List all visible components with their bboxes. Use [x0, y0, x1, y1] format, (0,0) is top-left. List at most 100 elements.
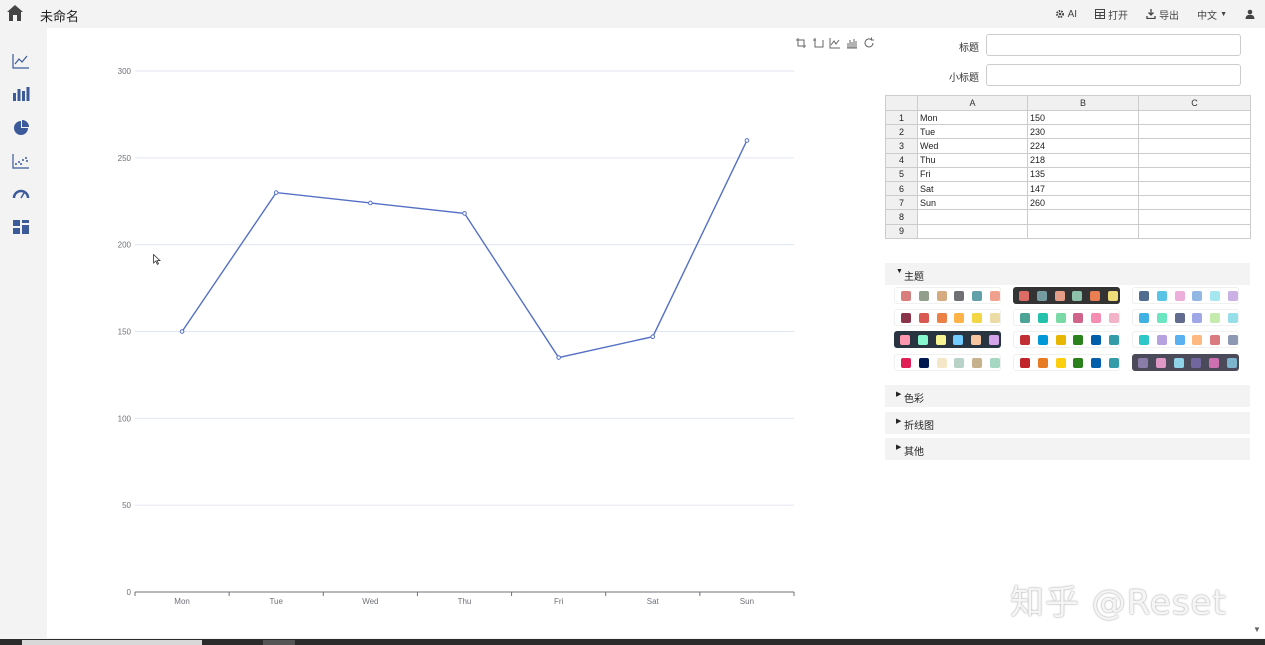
sheet-row: 5 Fri 135	[885, 166, 1251, 182]
sheet-cell[interactable]: Mon	[917, 109, 1028, 126]
caret-down-icon: ▼	[1220, 10, 1227, 18]
row-header[interactable]: 5	[885, 166, 918, 182]
sheet-cell[interactable]	[1027, 209, 1139, 225]
theme-swatch	[901, 358, 911, 368]
sheet-cell[interactable]	[917, 209, 1028, 225]
theme-swatch	[989, 334, 999, 345]
theme-option[interactable]	[1013, 287, 1120, 304]
ai-button[interactable]: AI	[1055, 9, 1077, 20]
column-header[interactable]: C	[1138, 95, 1251, 111]
sheet-cell[interactable]: Sun	[917, 195, 1028, 211]
bar-chart-icon[interactable]	[12, 85, 30, 103]
sheet-cell[interactable]: Tue	[917, 124, 1028, 140]
column-header[interactable]: B	[1027, 95, 1139, 111]
taskbar-item[interactable]	[263, 640, 295, 645]
row-header[interactable]: 1	[885, 109, 918, 126]
restore-icon[interactable]	[863, 37, 875, 49]
sheet-cell[interactable]: 218	[1027, 152, 1139, 168]
sheet-corner[interactable]	[885, 95, 918, 111]
theme-option[interactable]	[1132, 309, 1239, 326]
theme-section-header[interactable]: ▼ 主题	[885, 263, 1250, 285]
theme-swatch	[1073, 335, 1084, 345]
export-button[interactable]: 导出	[1146, 7, 1179, 22]
sheet-cell[interactable]	[1138, 223, 1251, 239]
chart-panel: 0 50 100 150 200 250 300 Mon Tue Wed Thu Fri Sat Sun	[47, 28, 882, 638]
sheet-cell[interactable]: Thu	[917, 152, 1028, 168]
sheet-cell[interactable]	[1027, 223, 1139, 239]
color-section-header[interactable]: ▶ 色彩	[885, 385, 1250, 407]
sheet-row: 7 Sun 260	[885, 195, 1251, 211]
title-input[interactable]	[986, 34, 1241, 56]
zoom-icon[interactable]	[795, 37, 807, 49]
open-button[interactable]: 打开	[1095, 7, 1128, 22]
theme-swatch	[1138, 357, 1148, 368]
sheet-cell[interactable]	[1138, 138, 1251, 154]
sheet-cell[interactable]	[1138, 166, 1251, 182]
zoom-reset-icon[interactable]	[812, 37, 824, 49]
row-header[interactable]: 6	[885, 180, 918, 197]
row-header[interactable]: 4	[885, 152, 918, 168]
theme-option[interactable]	[1013, 354, 1120, 371]
taskbar-item[interactable]	[22, 640, 202, 645]
theme-option[interactable]	[1132, 331, 1239, 348]
y-tick-label: 200	[118, 241, 132, 250]
row-header[interactable]: 9	[885, 223, 918, 239]
sheet-cell[interactable]	[1138, 124, 1251, 140]
theme-swatch	[1072, 290, 1083, 301]
theme-option[interactable]	[1013, 309, 1120, 326]
column-header[interactable]: A	[917, 95, 1028, 111]
y-tick-label: 250	[118, 154, 132, 163]
sheet-cell[interactable]	[1138, 109, 1251, 126]
theme-swatch	[972, 358, 983, 368]
document-title[interactable]: 未命名	[40, 6, 79, 25]
sheet-cell[interactable]	[1138, 180, 1251, 197]
gauge-icon[interactable]	[12, 185, 30, 203]
watermark: 知乎 @Reset	[1010, 583, 1227, 623]
sheet-cell[interactable]: 224	[1027, 138, 1139, 154]
subtitle-input[interactable]	[986, 64, 1241, 86]
dashboard-icon[interactable]	[12, 218, 30, 236]
scatter-chart-icon[interactable]	[12, 152, 30, 170]
theme-option[interactable]	[894, 354, 1001, 371]
theme-option[interactable]	[894, 287, 1001, 304]
theme-option[interactable]	[894, 331, 1001, 348]
line-chart-icon[interactable]	[12, 52, 30, 70]
sheet-cell[interactable]: Wed	[917, 138, 1028, 154]
theme-option[interactable]	[1013, 331, 1120, 348]
sheet-cell[interactable]	[917, 223, 1028, 239]
theme-swatch	[901, 291, 911, 301]
sheet-cell[interactable]: Fri	[917, 166, 1028, 182]
sheet-cell[interactable]: Sat	[917, 180, 1028, 197]
theme-swatch	[971, 334, 982, 345]
sheet-cell[interactable]: 147	[1027, 180, 1139, 197]
theme-option[interactable]	[894, 309, 1001, 326]
row-header[interactable]: 3	[885, 138, 918, 154]
row-header[interactable]: 2	[885, 124, 918, 140]
theme-option[interactable]	[1132, 287, 1239, 304]
theme-swatch	[1174, 335, 1185, 345]
theme-swatch	[972, 313, 983, 323]
language-dropdown[interactable]: 中文 ▼	[1197, 7, 1227, 22]
other-section-header[interactable]: ▶ 其他	[885, 438, 1250, 460]
line-section-header[interactable]: ▶ 折线图	[885, 412, 1250, 434]
theme-option[interactable]	[1132, 354, 1239, 371]
sheet-cell[interactable]	[1138, 209, 1251, 225]
row-header[interactable]: 8	[885, 209, 918, 225]
pie-chart-icon[interactable]	[12, 119, 30, 137]
sheet-cell[interactable]: 135	[1027, 166, 1139, 182]
home-icon[interactable]	[5, 3, 25, 23]
sheet-cell[interactable]: 260	[1027, 195, 1139, 211]
bar-switch-icon[interactable]	[846, 37, 858, 49]
sheet-cell[interactable]	[1138, 195, 1251, 211]
line-switch-icon[interactable]	[829, 37, 841, 49]
row-header[interactable]: 7	[885, 195, 918, 211]
scroll-down-icon[interactable]: ▼	[1253, 625, 1261, 634]
sheet-row: 3 Wed 224	[885, 138, 1251, 154]
sheet-cell[interactable]: 230	[1027, 124, 1139, 140]
theme-swatch	[900, 334, 910, 345]
sheet-cell[interactable]: 150	[1027, 109, 1139, 126]
theme-swatch	[1019, 290, 1029, 301]
user-button[interactable]	[1245, 9, 1255, 19]
sheet-cell[interactable]	[1138, 152, 1251, 168]
theme-swatch	[972, 291, 983, 301]
